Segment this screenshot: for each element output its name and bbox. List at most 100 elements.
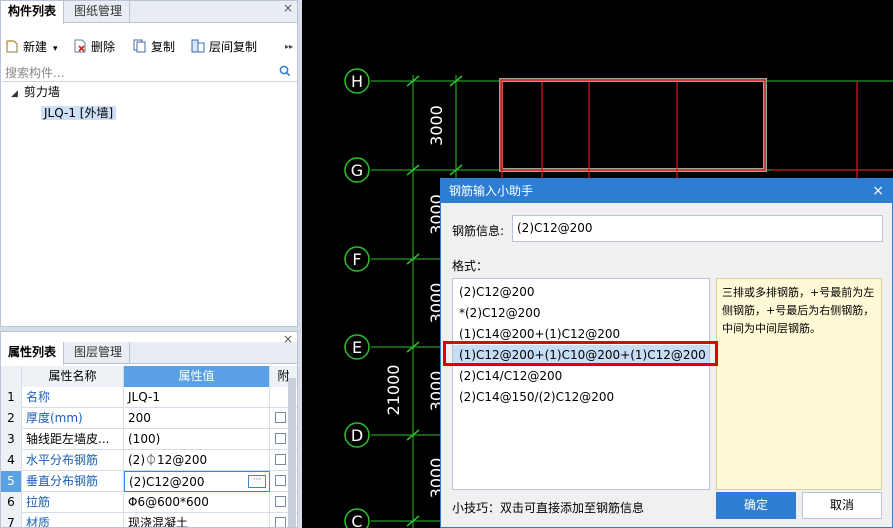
format-label: 格式： <box>452 259 489 273</box>
tree-item-jlq1[interactable]: JLQ-1 [外墙] <box>41 104 117 122</box>
edit-ellipsis-button[interactable]: ··· <box>248 475 266 488</box>
row-number: 7 <box>1 513 22 527</box>
tree-group-label: 剪力墙 <box>23 85 60 99</box>
component-search[interactable]: 搜索构件... <box>2 62 297 82</box>
tree-expand-icon[interactable]: ◢ <box>11 89 18 99</box>
property-scrollbar[interactable] <box>288 378 296 527</box>
axis-label: H <box>351 72 363 91</box>
format-list[interactable]: (2)C12@200 *(2)C12@200 (1)C14@200+(1)C12@2… <box>452 278 710 490</box>
property-row[interactable]: 6 拉筋 Φ6@600*600 <box>1 492 297 513</box>
panel-close-icon[interactable]: × <box>283 1 293 15</box>
wall-outline <box>499 78 767 172</box>
delete-button[interactable]: 删除 <box>73 38 115 56</box>
property-panel-close-icon[interactable]: × <box>283 332 293 346</box>
dialog-close-icon[interactable]: × <box>872 179 884 203</box>
new-button[interactable]: 新建 ▾ <box>5 38 58 56</box>
property-row[interactable]: 4 水平分布钢筋 (2)⏀12@200 <box>1 450 297 471</box>
property-value[interactable]: 现浇混凝土 <box>124 513 270 528</box>
property-value-text: 现浇混凝土 <box>128 516 189 528</box>
format-hint-box: 三排或多排钢筋，+号最前为左侧钢筋，+号最后为右侧钢筋，中间为中间层钢筋。 <box>716 278 882 490</box>
axis-label: G <box>351 161 363 180</box>
property-name: 水平分布钢筋 <box>22 450 124 471</box>
rebar-info-label: 钢筋信息: <box>452 224 505 238</box>
rebar-info-input[interactable]: (2)C12@200 <box>512 215 883 242</box>
property-name: 材质 <box>22 513 124 527</box>
format-item[interactable]: (2)C14@150/(2)C12@200 <box>453 387 709 408</box>
row-number: 6 <box>1 492 22 513</box>
wall-lines <box>499 78 893 178</box>
row-number: 3 <box>1 429 22 450</box>
delete-icon <box>74 39 86 53</box>
axis-label: D <box>351 426 363 445</box>
new-file-icon <box>5 39 18 53</box>
attach-checkbox[interactable] <box>275 433 286 444</box>
tip-text: 小技巧：双击可直接添加至钢筋信息 <box>452 501 645 515</box>
attach-checkbox[interactable] <box>275 454 286 465</box>
row-number: 5 <box>1 471 22 492</box>
property-value-text: 200 <box>128 411 151 425</box>
property-value[interactable]: Φ6@600*600 <box>124 492 270 513</box>
property-row[interactable]: 1 名称 JLQ-1 <box>1 387 297 408</box>
tab-layer-management[interactable]: 图层管理 <box>67 342 131 364</box>
search-input[interactable]: 搜索构件... <box>5 64 64 81</box>
property-row[interactable]: 2 厚度(mm) 200 <box>1 408 297 429</box>
format-item[interactable]: *(2)C12@200 <box>453 303 709 324</box>
header-value: 属性值 <box>124 366 270 387</box>
header-num <box>1 366 22 387</box>
component-list-panel: 构件列表 图纸管理 × 新建 ▾ 删除 复制 层间复制 ▸▸ 搜索构件... ◢ 剪… <box>0 0 298 327</box>
property-name: 轴线距左墙皮... <box>22 429 124 450</box>
component-toolbar: 新建 ▾ 删除 复制 层间复制 ▸▸ <box>1 34 297 58</box>
row-number: 4 <box>1 450 22 471</box>
toolbar-more-icon[interactable]: ▸▸ <box>285 38 293 56</box>
property-table-header: 属性名称 属性值 附 <box>1 366 297 387</box>
attach-checkbox[interactable] <box>275 412 286 423</box>
tree-group-shear-wall[interactable]: ◢ 剪力墙 <box>11 83 60 103</box>
property-value-text: (2)⏀12@200 <box>128 453 208 467</box>
cancel-button[interactable]: 取消 <box>802 492 882 519</box>
format-item[interactable]: (2)C12@200 <box>453 282 709 303</box>
wall-outline-red <box>500 79 766 171</box>
property-value[interactable]: 200 <box>124 408 270 429</box>
dialog-title-bar[interactable]: 钢筋输入小助手 × <box>441 179 892 203</box>
ok-button[interactable]: 确定 <box>716 492 796 519</box>
property-row[interactable]: 3 轴线距左墙皮... (100) <box>1 429 297 450</box>
property-list-panel: 属性列表 图层管理 × 属性名称 属性值 附 1 名称 JLQ-1 2 厚度(mm) 20… <box>0 331 298 528</box>
floor-copy-button[interactable]: 层间复制 <box>191 38 257 56</box>
property-value-text: JLQ-1 <box>128 390 160 404</box>
tab-component-list[interactable]: 构件列表 <box>1 1 65 24</box>
row-number: 2 <box>1 408 22 429</box>
tab-drawing-management[interactable]: 图纸管理 <box>67 1 131 23</box>
property-value[interactable]: (100) <box>124 429 270 450</box>
axis-bubbles: H G F E D C <box>344 68 370 528</box>
property-value-text: (100) <box>128 432 161 446</box>
dialog-title: 钢筋输入小助手 <box>449 184 534 198</box>
attach-checkbox[interactable] <box>275 496 286 507</box>
header-name: 属性名称 <box>22 366 124 387</box>
total-dimension-text: 21000 <box>384 365 403 416</box>
selection-highlight-box <box>443 341 718 366</box>
property-value[interactable]: (2)C12@200 ··· <box>124 471 270 492</box>
attach-checkbox[interactable] <box>275 475 286 486</box>
row-number: 1 <box>1 387 22 408</box>
floor-copy-label: 层间复制 <box>209 40 258 54</box>
format-item[interactable]: (2)C14/C12@200 <box>453 366 709 387</box>
copy-button[interactable]: 复制 <box>133 38 175 56</box>
new-label: 新建 <box>23 40 48 54</box>
property-row[interactable]: 5 垂直分布钢筋 (2)C12@200 ··· <box>1 471 297 492</box>
property-tabbar: 属性列表 图层管理 <box>1 342 297 365</box>
property-row[interactable]: 7 材质 现浇混凝土 <box>1 513 297 528</box>
chevron-down-icon[interactable]: ▾ <box>53 44 58 54</box>
property-name: 拉筋 <box>22 492 124 513</box>
property-value[interactable]: JLQ-1 <box>124 387 270 408</box>
tab-property-list[interactable]: 属性列表 <box>1 342 65 365</box>
search-icon[interactable] <box>279 65 291 77</box>
copy-icon <box>133 39 146 53</box>
property-value[interactable]: (2)⏀12@200 <box>124 450 270 471</box>
axis-label: E <box>352 338 362 357</box>
tree-item-label[interactable]: JLQ-1 [外墙] <box>41 106 117 120</box>
property-value-text: Φ6@600*600 <box>128 495 209 509</box>
property-value-text: (2)C12@200 <box>129 475 205 489</box>
component-tabbar: 构件列表 图纸管理 × <box>1 1 297 24</box>
attach-checkbox[interactable] <box>275 517 286 527</box>
dimension-labels: 3000300030003000300021000 <box>384 105 446 498</box>
